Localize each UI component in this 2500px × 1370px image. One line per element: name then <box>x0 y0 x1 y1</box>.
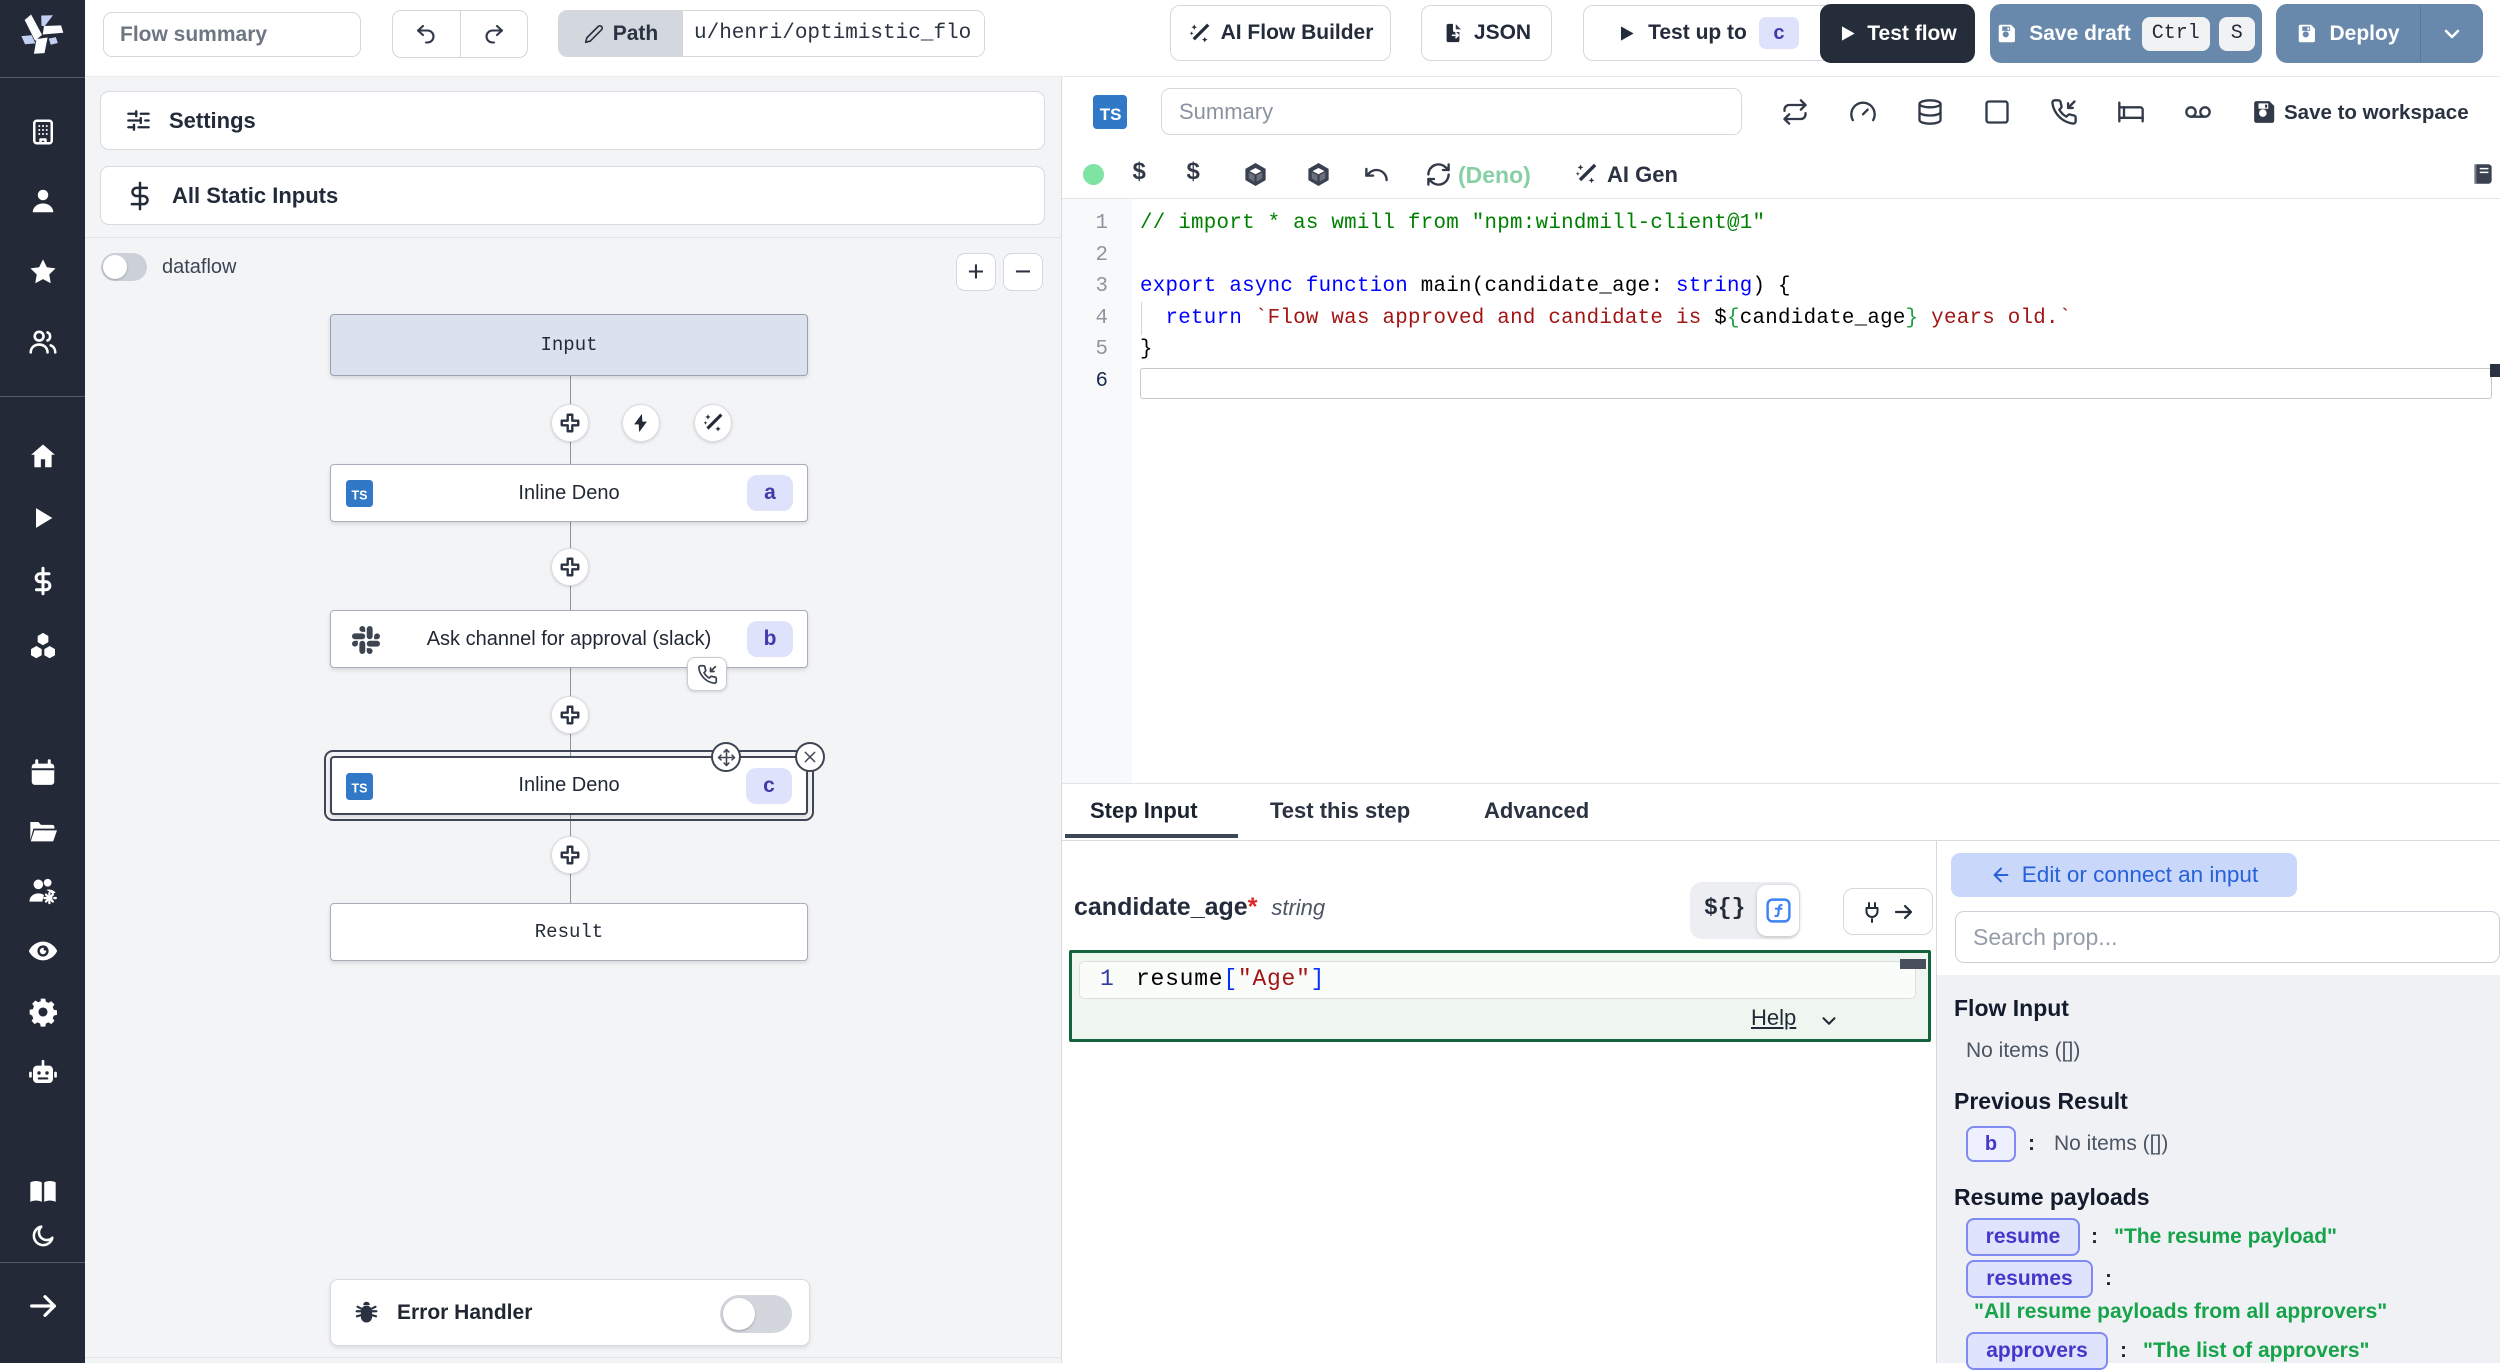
svg-text:TS: TS <box>352 782 368 796</box>
svg-text:TS: TS <box>352 489 368 503</box>
svg-text:TS: TS <box>1100 105 1122 124</box>
